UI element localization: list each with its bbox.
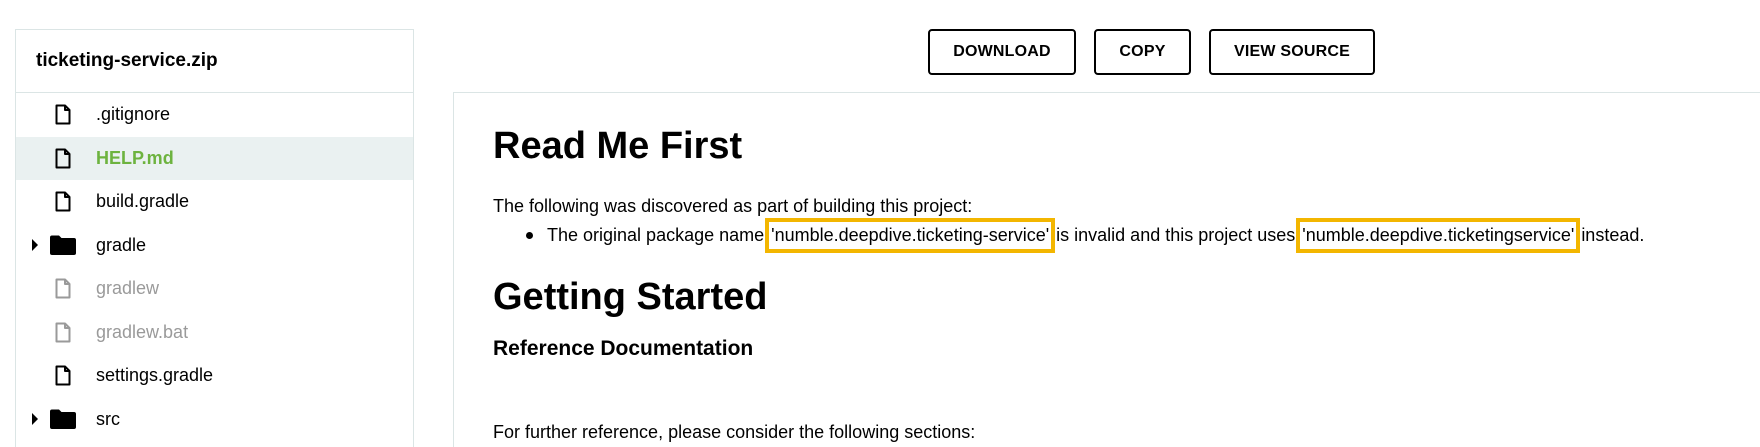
file-icon: [54, 365, 72, 387]
bullet-item: The original package name 'numble.deepdi…: [526, 218, 1644, 253]
reference-paragraph: For further reference, please consider t…: [493, 422, 976, 442]
heading-read-me-first: Read Me First: [493, 125, 743, 167]
tree-item-label: src: [96, 408, 120, 429]
tree-item-label: .gitignore: [96, 104, 171, 125]
folder-icon: [50, 408, 76, 430]
archive-title: ticketing-service.zip: [16, 30, 413, 93]
tree-item-label: build.gradle: [96, 191, 190, 212]
toolbar: DOWNLOAD COPY VIEW SOURCE: [928, 29, 1375, 75]
file-icon: [54, 278, 72, 300]
file-icon: [54, 191, 72, 213]
tree-item-help-md[interactable]: HELP.md: [16, 136, 413, 180]
file-icon: [54, 321, 72, 343]
tree-item-label: settings.gradle: [96, 365, 214, 386]
tree-item-label: gradlew: [96, 278, 160, 299]
tree-item-gradle[interactable]: gradle: [16, 224, 413, 268]
file-tree: .gitignore HELP.md build.gradle gradle g…: [16, 93, 413, 441]
intro-paragraph: The following was discovered as part of …: [493, 196, 973, 216]
expand-caret-icon[interactable]: [32, 239, 38, 252]
download-button[interactable]: DOWNLOAD: [928, 29, 1076, 75]
tree-item-gradlew-bat[interactable]: gradlew.bat: [16, 311, 413, 355]
bullet-text-after: instead.: [1581, 225, 1645, 245]
view-source-button[interactable]: VIEW SOURCE: [1209, 29, 1375, 75]
tree-item-label: gradlew.bat: [96, 321, 189, 342]
tree-item-gradlew[interactable]: gradlew: [16, 267, 413, 311]
tree-item-src[interactable]: src: [16, 398, 413, 442]
tree-item-settings-gradle[interactable]: settings.gradle: [16, 354, 413, 398]
heading-getting-started: Getting Started: [493, 276, 768, 318]
tree-item-label: gradle: [96, 234, 147, 255]
file-icon: [54, 147, 72, 169]
folder-icon: [50, 234, 76, 256]
bullet-text-before: The original package name: [547, 225, 765, 245]
tree-item-build-gradle[interactable]: build.gradle: [16, 180, 413, 224]
markdown-preview: Read Me First The following was discover…: [453, 92, 1760, 447]
heading-reference-documentation: Reference Documentation: [493, 337, 754, 360]
file-tree-sidebar: ticketing-service.zip .gitignore HELP.md…: [15, 29, 414, 447]
tree-item-label: HELP.md: [96, 147, 174, 168]
highlight-original-package: 'numble.deepdive.ticketing-service': [765, 218, 1056, 253]
tree-item-gitignore[interactable]: .gitignore: [16, 93, 413, 137]
bullet-dot: [526, 232, 533, 239]
file-icon: [54, 104, 72, 126]
bullet-text-middle: is invalid and this project uses: [1056, 225, 1296, 245]
expand-caret-icon[interactable]: [32, 413, 38, 426]
copy-button[interactable]: COPY: [1094, 29, 1191, 75]
app-root: ticketing-service.zip .gitignore HELP.md…: [0, 0, 1760, 447]
highlight-new-package: 'numble.deepdive.ticketingservice': [1296, 218, 1581, 253]
